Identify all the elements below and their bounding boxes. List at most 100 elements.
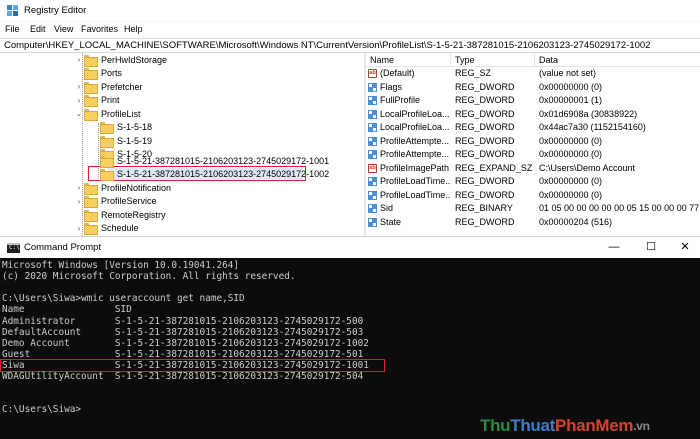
- tree-item-schedule[interactable]: › Schedule: [74, 222, 139, 236]
- chevron-right-icon[interactable]: ›: [74, 197, 84, 206]
- folder-icon: [84, 196, 98, 209]
- folder-icon: [84, 68, 98, 81]
- tree-item-label: S-1-5-21-387281015-2106203123-2745029172…: [117, 169, 330, 180]
- value-name: LocalProfileLoa...: [380, 122, 450, 132]
- tree-item-label: Schedule: [101, 223, 139, 234]
- watermark-part: PhanMem: [555, 416, 634, 435]
- value-row[interactable]: FullProfile REG_DWORD 0x00000001 (1): [366, 94, 700, 108]
- console-line: (c) 2020 Microsoft Corporation. All righ…: [2, 271, 296, 283]
- values-column-header: Name Type Data: [366, 53, 700, 67]
- watermark-part: .vn: [633, 419, 650, 433]
- value-type: REG_DWORD: [455, 122, 515, 132]
- menu-file[interactable]: File: [5, 24, 20, 34]
- chevron-down-icon[interactable]: ⌄: [74, 109, 84, 118]
- value-type: REG_DWORD: [455, 135, 515, 146]
- value-data: C:\Users\Demo Account: [539, 162, 636, 173]
- value-row[interactable]: State REG_DWORD 0x00000204 (516): [366, 216, 700, 230]
- value-name: State: [380, 216, 402, 227]
- tree-item-print[interactable]: › Print: [74, 94, 120, 108]
- folder-open-icon: [100, 169, 114, 182]
- registry-editor-window: Registry Editor File Edit View Favorites…: [0, 0, 700, 236]
- folder-icon: [100, 135, 114, 148]
- column-divider[interactable]: [450, 53, 451, 67]
- value-row[interactable]: LocalProfileLoa... REG_DWORD 0x01d6908a (3…: [366, 108, 700, 122]
- value-row[interactable]: ab (Default) REG_SZ (value not set): [366, 67, 700, 81]
- tree-item-s-1-5-19[interactable]: S-1-5-19: [90, 134, 152, 148]
- chevron-right-icon[interactable]: ›: [74, 224, 84, 233]
- command-prompt-title: Command Prompt: [24, 242, 102, 253]
- folder-icon: [100, 155, 114, 168]
- console-line: Microsoft Windows [Version 10.0.19041.26…: [2, 260, 240, 271]
- tree-item-profileservice[interactable]: › ProfileService: [74, 195, 157, 209]
- string-value-icon: ab: [368, 163, 377, 173]
- value-row[interactable]: ProfileLoadTime... REG_DWORD 0x00000000 (0…: [366, 189, 700, 203]
- address-path[interactable]: Computer\HKEY_LOCAL_MACHINE\SOFTWARE\Mic…: [4, 40, 650, 51]
- menu-edit[interactable]: Edit: [30, 24, 46, 34]
- tree-item-label: ProfileList: [101, 108, 141, 119]
- tree-item-perhwidstorage[interactable]: › PerHwIdStorage: [74, 53, 167, 67]
- value-row[interactable]: ProfileAttempte... REG_DWORD 0x00000000 (0…: [366, 148, 700, 162]
- folder-open-icon: [84, 108, 98, 121]
- value-name: ProfileAttempte...: [380, 135, 450, 146]
- watermark-logo: Thu Thuat PhanMem .vn: [480, 415, 650, 437]
- console-line: DefaultAccount S-1-5-21-387281015-210620…: [2, 326, 364, 338]
- value-data: 0x00000000 (0): [539, 81, 603, 92]
- binary-value-icon: [368, 177, 377, 186]
- value-data: 01 05 00 00 00 00 00 05 15 00 00 00 77 7…: [539, 203, 699, 213]
- command-prompt-titlebar[interactable]: C:\ Command Prompt — ☐ ✕: [0, 236, 700, 258]
- address-bar[interactable]: Computer\HKEY_LOCAL_MACHINE\SOFTWARE\Mic…: [0, 38, 700, 53]
- tree-item-label: S-1-5-18: [117, 122, 153, 133]
- console-line: Demo Account S-1-5-21-387281015-21062031…: [2, 337, 369, 349]
- tree-item-remoteregistry[interactable]: RemoteRegistry: [74, 208, 166, 222]
- tree-item-label: S-1-5-19: [117, 135, 153, 146]
- chevron-right-icon[interactable]: ›: [74, 183, 84, 192]
- column-header-name[interactable]: Name: [370, 55, 394, 65]
- maximize-button[interactable]: ☐: [643, 240, 659, 254]
- binary-value-icon: [368, 204, 377, 213]
- menu-favorites[interactable]: Favorites: [81, 24, 118, 34]
- value-type: REG_DWORD: [455, 176, 515, 186]
- binary-value-icon: [368, 82, 377, 92]
- value-data: 0x00000204 (516): [539, 216, 613, 227]
- watermark-part: Thu: [480, 416, 511, 435]
- value-row[interactable]: LocalProfileLoa... REG_DWORD 0x44ac7a30 (1…: [366, 121, 700, 135]
- tree-item-sid-1001[interactable]: S-1-5-21-387281015-2106203123-2745029172…: [90, 154, 329, 168]
- binary-value-icon: [368, 150, 377, 159]
- watermark-part: Thuat: [510, 416, 556, 435]
- column-header-data[interactable]: Data: [539, 55, 558, 65]
- tree-item-profilenotification[interactable]: › ProfileNotification: [74, 181, 171, 195]
- console-line: C:\Users\Siwa>wmic useraccount get name,…: [2, 293, 245, 305]
- minimize-button[interactable]: —: [606, 240, 622, 254]
- tree-item-ports[interactable]: Ports: [74, 67, 122, 81]
- value-row[interactable]: ab ProfileImagePath REG_EXPAND_SZ C:\Users\…: [366, 162, 700, 176]
- tree-item-s-1-5-18[interactable]: S-1-5-18: [90, 121, 152, 135]
- folder-icon: [84, 81, 98, 94]
- console-output[interactable]: Microsoft Windows [Version 10.0.19041.26…: [0, 258, 700, 439]
- value-row[interactable]: Flags REG_DWORD 0x00000000 (0): [366, 81, 700, 95]
- value-type: REG_SZ: [455, 68, 492, 78]
- binary-value-icon: [368, 136, 377, 146]
- close-button[interactable]: ✕: [677, 240, 693, 254]
- chevron-right-icon[interactable]: ›: [74, 82, 84, 91]
- console-line: WDAGUtilityAccount S-1-5-21-387281015-21…: [2, 371, 364, 382]
- value-type: REG_EXPAND_SZ: [455, 162, 533, 173]
- binary-value-icon: [368, 190, 377, 200]
- registry-tree-pane[interactable]: › PerHwIdStorage Ports › Prefetcher › Pr…: [0, 53, 364, 236]
- menu-help[interactable]: Help: [124, 24, 143, 34]
- column-divider[interactable]: [534, 53, 535, 67]
- registry-values-pane[interactable]: Name Type Data ab (Default) REG_SZ (value n…: [366, 53, 700, 236]
- column-header-type[interactable]: Type: [455, 55, 475, 65]
- chevron-right-icon[interactable]: ›: [74, 55, 84, 64]
- tree-item-profilelist[interactable]: ⌄ ProfileList: [74, 107, 141, 121]
- folder-icon: [84, 95, 98, 108]
- value-row[interactable]: ProfileLoadTime... REG_DWORD 0x00000000 (0…: [366, 175, 700, 189]
- value-row[interactable]: Sid REG_BINARY 01 05 00 00 00 00 00 05 15 …: [366, 202, 700, 216]
- tree-item-label: Print: [101, 95, 120, 106]
- value-row[interactable]: ProfileAttempte... REG_DWORD 0x00000000 (0…: [366, 135, 700, 149]
- chevron-right-icon[interactable]: ›: [74, 96, 84, 105]
- menu-view[interactable]: View: [54, 24, 73, 34]
- tree-item-sid-1002-selected[interactable]: S-1-5-21-387281015-2106203123-2745029172…: [90, 168, 329, 182]
- value-type: REG_DWORD: [455, 216, 515, 227]
- tree-item-prefetcher[interactable]: › Prefetcher: [74, 80, 143, 94]
- registry-editor-titlebar[interactable]: Registry Editor: [0, 0, 700, 22]
